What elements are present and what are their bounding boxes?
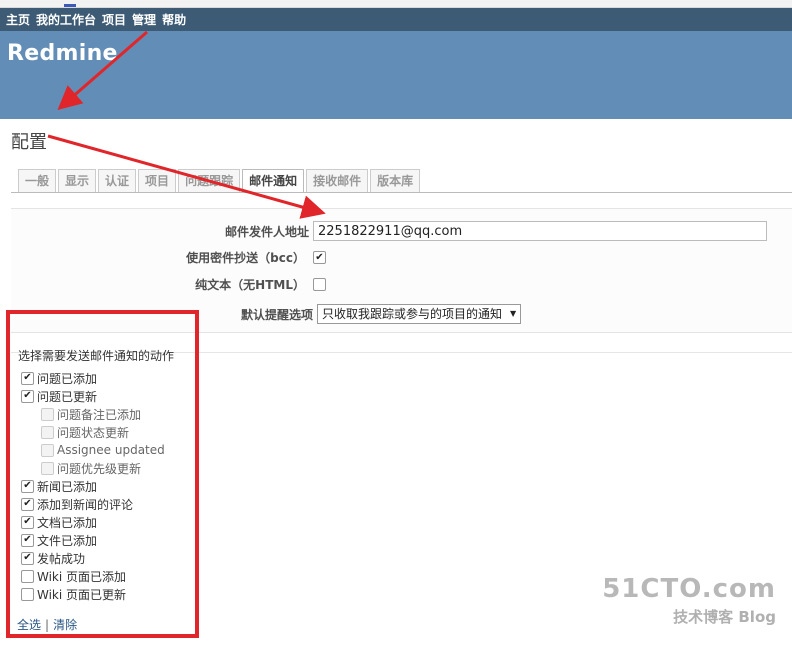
app-title[interactable]: Redmine bbox=[7, 41, 118, 66]
tab-projects[interactable]: 项目 bbox=[138, 169, 177, 192]
strip-marker bbox=[64, 4, 76, 7]
emission-label: 邮件发件人地址 bbox=[224, 224, 309, 239]
settings-tabs: 一般 显示 认证 项目 问题跟踪 邮件通知 接收邮件 版本库 bbox=[18, 169, 421, 193]
top-menu-home[interactable]: 主页 bbox=[6, 11, 30, 28]
tab-display[interactable]: 显示 bbox=[58, 169, 97, 192]
app-header: Redmine bbox=[0, 31, 792, 119]
watermark-blog-cn: 技术博客 bbox=[673, 608, 734, 626]
tab-repositories[interactable]: 版本库 bbox=[370, 169, 421, 192]
tab-authentication[interactable]: 认证 bbox=[98, 169, 137, 192]
top-menu-administration[interactable]: 管理 bbox=[132, 11, 156, 28]
watermark-sub: 技术博客 Blog bbox=[602, 606, 776, 627]
emission-row: 邮件发件人地址 bbox=[11, 221, 792, 241]
annotation-highlight-box bbox=[6, 310, 199, 638]
top-menu-help[interactable]: 帮助 bbox=[162, 11, 186, 28]
plain-text-row: 纯文本（无HTML） bbox=[11, 276, 326, 293]
emission-email-input[interactable] bbox=[313, 221, 767, 241]
tab-incoming-emails[interactable]: 接收邮件 bbox=[306, 169, 369, 192]
default-notification-label: 默认提醒选项 bbox=[240, 307, 313, 322]
tab-email-notifications[interactable]: 邮件通知 bbox=[242, 169, 305, 193]
browser-strip bbox=[0, 0, 792, 8]
top-menu-my-page[interactable]: 我的工作台 bbox=[36, 11, 96, 28]
default-notification-value: 只收取我跟踪或参与的项目的通知 bbox=[322, 307, 503, 321]
dropdown-arrow-icon: ▼ bbox=[510, 309, 517, 318]
top-menu-projects[interactable]: 项目 bbox=[102, 11, 126, 28]
default-notification-select[interactable]: 只收取我跟踪或参与的项目的通知 ▼ bbox=[317, 304, 522, 324]
plain-text-checkbox[interactable] bbox=[313, 278, 326, 291]
watermark-site: 51CTO.com bbox=[602, 574, 776, 604]
watermark: 51CTO.com 技术博客 Blog bbox=[602, 574, 776, 627]
tab-general[interactable]: 一般 bbox=[18, 169, 57, 192]
tab-underline bbox=[11, 192, 792, 193]
bcc-row: 使用密件抄送（bcc） ✔ bbox=[11, 249, 326, 266]
bcc-label: 使用密件抄送（bcc） bbox=[186, 251, 305, 265]
top-menu: 主页 我的工作台 项目 管理 帮助 bbox=[0, 8, 792, 31]
page-title: 配置 bbox=[11, 132, 47, 153]
bcc-checkbox[interactable]: ✔ bbox=[313, 251, 326, 264]
watermark-blog-en: Blog bbox=[738, 608, 776, 626]
tab-issue-tracking[interactable]: 问题跟踪 bbox=[178, 169, 241, 192]
plain-text-label: 纯文本（无HTML） bbox=[195, 278, 305, 292]
